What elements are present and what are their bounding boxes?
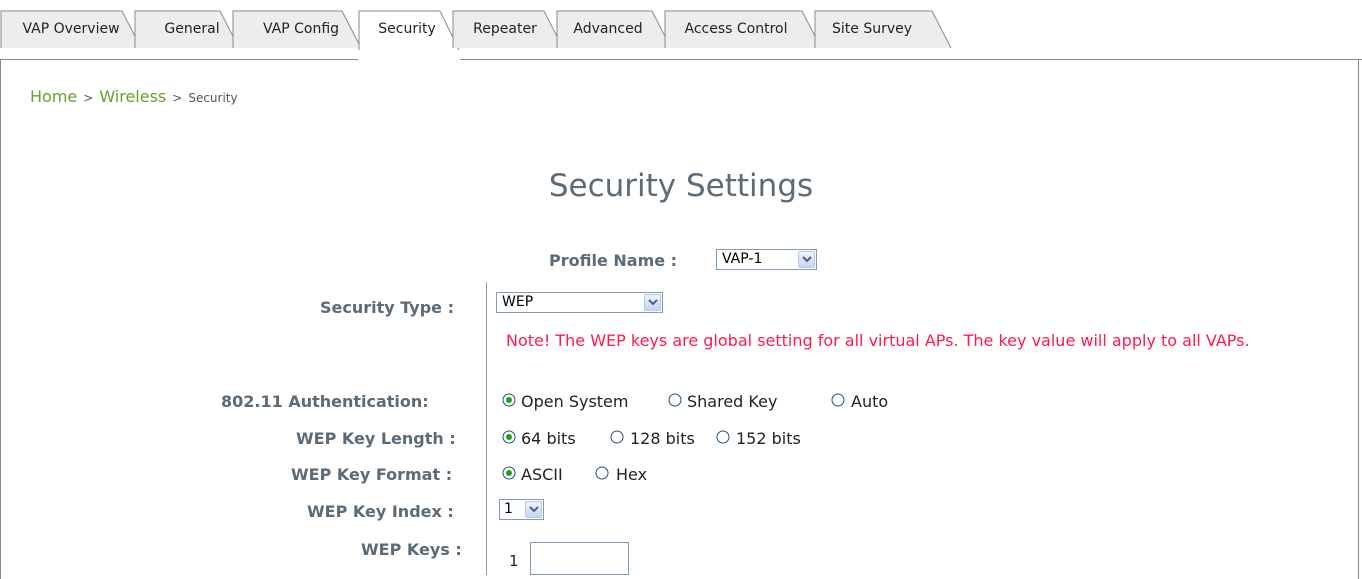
option-open-system: Open System bbox=[521, 392, 629, 411]
radio-128-bits[interactable] bbox=[610, 430, 624, 444]
option-ascii: ASCII bbox=[521, 465, 563, 484]
tab-label: VAP Config bbox=[262, 21, 340, 37]
breadcrumb-separator: > bbox=[172, 91, 183, 105]
option-64-bits: 64 bits bbox=[521, 429, 576, 448]
option-hex: Hex bbox=[616, 465, 648, 484]
tab-repeater[interactable]: Repeater bbox=[452, 0, 564, 49]
authentication-label: 802.11 Authentication: bbox=[221, 392, 429, 411]
wep-key-index-number: 1 bbox=[509, 552, 519, 570]
breadcrumb: Home > Wireless > Security bbox=[30, 87, 238, 106]
security-type-value: WEP bbox=[502, 294, 534, 310]
key-length-label: WEP Key Length : bbox=[296, 429, 456, 448]
tab-label: General bbox=[164, 21, 220, 37]
tab-vap-config[interactable]: VAP Config bbox=[232, 0, 362, 49]
chevron-down-icon[interactable] bbox=[644, 294, 661, 311]
option-128-bits: 128 bits bbox=[630, 429, 695, 448]
radio-open-system[interactable] bbox=[502, 393, 516, 407]
chevron-down-icon[interactable] bbox=[525, 501, 542, 518]
tab-advanced[interactable]: Advanced bbox=[556, 0, 672, 49]
key-index-select[interactable]: 1 bbox=[499, 499, 544, 520]
tab-general[interactable]: General bbox=[134, 0, 240, 49]
tab-label: Repeater bbox=[473, 21, 537, 37]
tab-label: Security bbox=[378, 21, 436, 37]
profile-name-select[interactable]: VAP-1 bbox=[716, 249, 817, 270]
chevron-down-icon[interactable] bbox=[798, 251, 815, 268]
tab-label: Site Survey bbox=[831, 21, 913, 37]
wep-key-1-input[interactable] bbox=[530, 542, 629, 575]
key-format-label: WEP Key Format : bbox=[291, 465, 453, 484]
breadcrumb-separator: > bbox=[83, 91, 94, 105]
profile-name-value: VAP-1 bbox=[722, 251, 763, 267]
wep-keys-label: WEP Keys : bbox=[361, 540, 462, 559]
tab-site-survey[interactable]: Site Survey bbox=[814, 0, 952, 49]
option-shared-key: Shared Key bbox=[687, 392, 778, 411]
option-auto: Auto bbox=[851, 392, 889, 411]
radio-ascii[interactable] bbox=[502, 466, 516, 480]
radio-152-bits[interactable] bbox=[716, 430, 730, 444]
security-type-label: Security Type : bbox=[320, 298, 454, 317]
breadcrumb-current: Security bbox=[188, 91, 238, 105]
radio-64-bits[interactable] bbox=[502, 430, 516, 444]
key-index-label: WEP Key Index : bbox=[307, 502, 454, 521]
profile-name-label: Profile Name : bbox=[549, 251, 678, 270]
form-divider bbox=[486, 282, 487, 575]
page-title: Security Settings bbox=[548, 168, 814, 204]
tab-label: Advanced bbox=[573, 21, 643, 37]
key-index-value: 1 bbox=[504, 501, 513, 517]
content-frame bbox=[0, 59, 1359, 579]
tab-label: VAP Overview bbox=[22, 21, 120, 37]
tab-vap-overview[interactable]: VAP Overview bbox=[0, 0, 142, 49]
wep-global-note: Note! The WEP keys are global setting fo… bbox=[506, 331, 1250, 350]
security-type-select[interactable]: WEP bbox=[496, 292, 663, 313]
breadcrumb-wireless-link[interactable]: Wireless bbox=[99, 87, 166, 106]
tab-label: Access Control bbox=[684, 21, 788, 37]
breadcrumb-home-link[interactable]: Home bbox=[30, 87, 77, 106]
option-152-bits: 152 bits bbox=[736, 429, 801, 448]
radio-shared-key[interactable] bbox=[668, 393, 682, 407]
radio-hex[interactable] bbox=[595, 466, 609, 480]
tab-bar: VAP Overview General VAP Config Security… bbox=[0, 0, 1362, 60]
tab-security[interactable]: Security bbox=[358, 0, 460, 51]
radio-auto[interactable] bbox=[831, 393, 845, 407]
tab-access-control[interactable]: Access Control bbox=[664, 0, 822, 49]
